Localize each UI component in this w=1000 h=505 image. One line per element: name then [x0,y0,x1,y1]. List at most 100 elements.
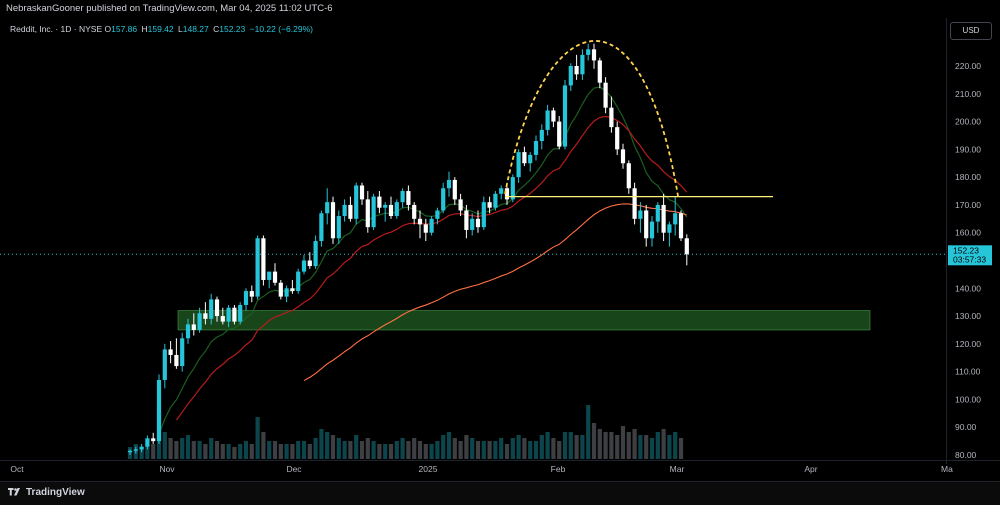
candle-body [313,241,318,267]
time-axis-divider [0,460,1000,461]
currency-button[interactable]: USD [950,22,992,40]
candle-body [493,193,498,208]
candle-body [267,271,272,280]
candle-body [644,210,649,239]
candle-body [417,218,423,225]
volume-bar [336,438,341,459]
candle-body [412,204,417,219]
volume-bar [632,429,637,459]
candle-body [452,179,457,200]
candle-body [174,354,179,367]
candle-body [458,199,463,211]
footer: TradingView [0,481,1000,505]
x-tick-label: Oct [10,464,24,474]
volume-bar [493,441,498,459]
x-tick-label: Feb [551,464,566,474]
volume-bar [446,432,452,459]
candle-body [377,196,382,208]
candle-body [435,210,440,219]
candle-body [499,188,504,194]
volume-bar [522,438,527,459]
candle-body [574,66,579,75]
volume-bar [330,435,336,459]
volume-bar [609,432,614,459]
volume-bar [255,417,260,459]
volume-bar [214,441,220,459]
volume-bar [319,429,324,459]
volume-bar [435,441,440,459]
candle-body [475,218,481,228]
volume-bar [533,441,539,459]
volume-bar [151,444,156,459]
volume-bar [301,441,307,459]
volume-bar [649,438,655,459]
candle-body [632,188,637,219]
candle-body [528,154,533,164]
volume-bar [168,438,173,459]
candle-body [133,449,138,451]
volume-bar [325,432,330,459]
volume-bar [551,438,556,459]
volume-bar [267,441,272,459]
volume-bar [249,444,254,459]
x-tick-label: Dec [286,464,302,474]
volume-bar [185,435,191,459]
volume-bar [504,444,510,459]
volume-bar [568,432,573,459]
candle-body [481,202,486,228]
volume-bar [475,441,481,459]
volume-bar [261,432,266,459]
y-tick-label: 90.00 [955,422,977,432]
volume-bar [307,444,312,459]
volume-bar [388,444,394,459]
volume-bar [667,435,672,459]
candle-body [336,216,341,239]
tradingview-logo-icon[interactable] [8,488,22,498]
candle-body [684,238,689,255]
volume-bar [371,441,376,459]
candle-body [290,288,295,292]
volume-bar [238,444,243,459]
brand-name[interactable]: TradingView [26,487,85,498]
volume-bar [458,441,463,459]
candle-body [678,213,684,239]
volume-bar [470,438,475,459]
volume-bar [348,441,353,459]
volume-bar [180,438,185,459]
candle-body [232,307,237,322]
candle-body [522,152,527,164]
candle-body [487,202,492,208]
volume-bar [209,438,214,459]
candle-body [516,152,521,178]
candle-body [603,82,608,108]
volume-bar [673,432,678,459]
close-value: 152.23 [219,24,246,34]
candle-body [243,291,249,305]
candle-body [209,299,214,319]
candle-body [667,224,672,233]
volume-bar [591,423,597,459]
y-tick-label: 100.00 [955,394,981,404]
ema-long-line [303,203,687,382]
volume-bar [354,435,359,459]
change-value: −10.22 (−6.29%) [249,24,313,34]
volume-bar [417,441,423,459]
x-tick-label: Apr [804,464,817,474]
y-tick-label: 180.00 [955,172,981,182]
volume-bar [296,441,301,459]
demand-zone [177,310,871,331]
price-chart[interactable]: 80.00 90.00 100.00 110.00 120.00 130.00 140.00… [0,0,1000,504]
candle-body [597,60,602,83]
candle-body [203,313,208,319]
candle-body [330,202,336,239]
volume-bar [678,438,684,459]
y-tick-label: 210.00 [955,89,981,99]
candle-body [586,49,591,55]
candle-body [301,260,307,272]
low-value: 148.27 [182,24,209,34]
candle-body [342,204,347,217]
y-tick-label: 170.00 [955,200,981,210]
candle-body [220,316,225,322]
candle-body [238,304,243,322]
volume-bar [499,438,504,459]
